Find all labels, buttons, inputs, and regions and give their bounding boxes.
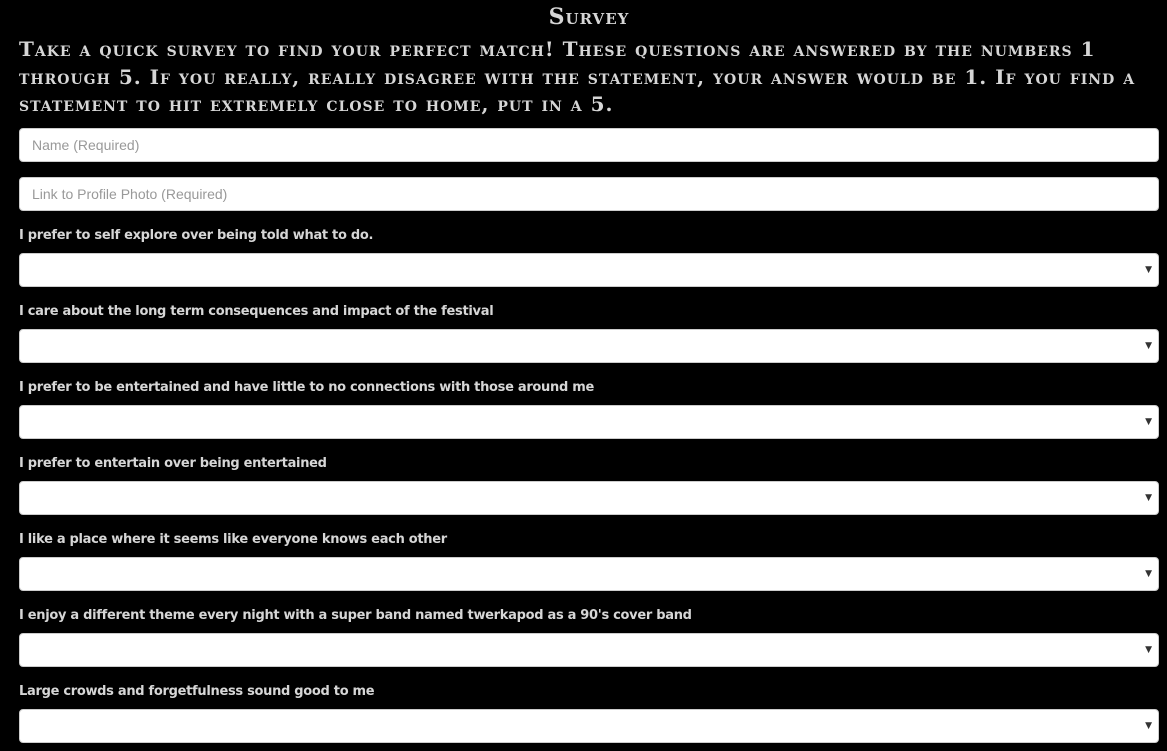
question-7-select[interactable]: ▼ [19,709,1159,743]
question-label: I prefer to entertain over being enterta… [19,456,327,471]
question-label: Large crowds and forgetfulness sound goo… [19,684,375,699]
question-3: I prefer to be entertained and have litt… [19,379,1159,439]
question-4-select[interactable]: ▼ [19,481,1159,515]
question-4: I prefer to entertain over being enterta… [19,455,1159,515]
survey-page: Survey Take a quick survey to find your … [0,0,1167,751]
question-6-select[interactable]: ▼ [19,633,1159,667]
question-2: I care about the long term consequences … [19,303,1159,363]
chevron-down-icon: ▼ [1145,721,1152,731]
chevron-down-icon: ▼ [1145,569,1152,579]
question-1-select[interactable]: ▼ [19,253,1159,287]
chevron-down-icon: ▼ [1145,265,1152,275]
chevron-down-icon: ▼ [1145,645,1152,655]
question-label: I enjoy a different theme every night wi… [19,608,692,623]
survey-intro: Take a quick survey to find your perfect… [19,37,1136,116]
question-7: Large crowds and forgetfulness sound goo… [19,683,1159,743]
question-2-select[interactable]: ▼ [19,329,1159,363]
question-5: I like a place where it seems like every… [19,531,1159,591]
question-label: I prefer to be entertained and have litt… [19,380,594,395]
question-3-select[interactable]: ▼ [19,405,1159,439]
chevron-down-icon: ▼ [1145,341,1152,351]
page-title: Survey [548,4,630,30]
chevron-down-icon: ▼ [1145,493,1152,503]
question-1: I prefer to self explore over being told… [19,227,1159,287]
name-field[interactable] [19,128,1159,162]
question-label: I like a place where it seems like every… [19,532,447,547]
question-5-select[interactable]: ▼ [19,557,1159,591]
chevron-down-icon: ▼ [1145,417,1152,427]
question-6: I enjoy a different theme every night wi… [19,607,1159,667]
profile-photo-link-field[interactable] [19,177,1159,211]
question-label: I care about the long term consequences … [19,304,494,319]
question-label: I prefer to self explore over being told… [19,228,374,243]
